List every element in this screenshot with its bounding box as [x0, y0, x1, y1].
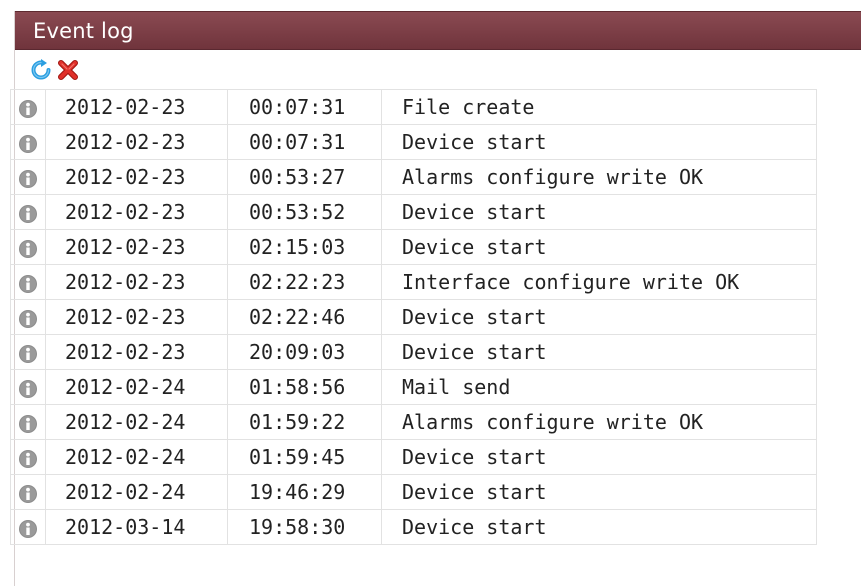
event-time: 19:58:30: [227, 509, 382, 545]
info-icon: [19, 239, 37, 258]
row-icon-cell: [10, 124, 46, 160]
event-message: Mail send: [381, 369, 817, 405]
event-date: 2012-02-23: [45, 159, 228, 195]
info-icon: [19, 449, 37, 468]
refresh-button[interactable]: [29, 58, 53, 82]
table-row: 2012-02-23 00:07:31 Device start: [10, 124, 817, 160]
row-icon-cell: [10, 194, 46, 230]
row-icon-cell: [10, 159, 46, 195]
event-time: 00:07:31: [227, 89, 382, 125]
row-icon-cell: [10, 509, 46, 545]
event-table: 2012-02-23 00:07:31 File create 2012-02-…: [10, 89, 817, 545]
event-time: 01:59:45: [227, 439, 382, 475]
table-row: 2012-02-23 00:53:52 Device start: [10, 194, 817, 230]
info-icon: [19, 484, 37, 503]
row-icon-cell: [10, 474, 46, 510]
table-row: 2012-02-23 00:53:27 Alarms configure wri…: [10, 159, 817, 195]
table-row: 2012-03-14 19:58:30 Device start: [10, 509, 817, 545]
event-time: 00:53:27: [227, 159, 382, 195]
table-row: 2012-02-24 01:58:56 Mail send: [10, 369, 817, 405]
info-icon: [19, 204, 37, 223]
row-icon-cell: [10, 229, 46, 265]
event-date: 2012-02-24: [45, 474, 228, 510]
info-icon: [19, 309, 37, 328]
event-time: 02:22:23: [227, 264, 382, 300]
event-time: 02:15:03: [227, 229, 382, 265]
row-icon-cell: [10, 299, 46, 335]
info-icon: [19, 169, 37, 188]
event-message: Device start: [381, 334, 817, 370]
event-message: Device start: [381, 474, 817, 510]
event-time: 02:22:46: [227, 299, 382, 335]
row-icon-cell: [10, 369, 46, 405]
table-row: 2012-02-23 02:22:46 Device start: [10, 299, 817, 335]
info-icon: [19, 274, 37, 293]
event-rows: 2012-02-23 00:07:31 File create 2012-02-…: [10, 89, 817, 545]
event-date: 2012-02-23: [45, 334, 228, 370]
event-message: Alarms configure write OK: [381, 159, 817, 195]
event-time: 01:59:22: [227, 404, 382, 440]
event-message: Device start: [381, 439, 817, 475]
toolbar: [15, 50, 861, 90]
info-icon: [19, 99, 37, 118]
table-row: 2012-02-23 20:09:03 Device start: [10, 334, 817, 370]
table-row: 2012-02-24 01:59:22 Alarms configure wri…: [10, 404, 817, 440]
table-row: 2012-02-23 02:22:23 Interface configure …: [10, 264, 817, 300]
event-message: Device start: [381, 229, 817, 265]
info-icon: [19, 379, 37, 398]
table-row: 2012-02-23 00:07:31 File create: [10, 89, 817, 125]
row-icon-cell: [10, 439, 46, 475]
event-message: Device start: [381, 124, 817, 160]
row-icon-cell: [10, 334, 46, 370]
event-date: 2012-02-23: [45, 264, 228, 300]
event-date: 2012-02-23: [45, 124, 228, 160]
table-row: 2012-02-24 01:59:45 Device start: [10, 439, 817, 475]
row-icon-cell: [10, 89, 46, 125]
event-date: 2012-02-24: [45, 369, 228, 405]
row-icon-cell: [10, 264, 46, 300]
event-date: 2012-02-24: [45, 404, 228, 440]
event-date: 2012-03-14: [45, 509, 228, 545]
event-time: 00:07:31: [227, 124, 382, 160]
delete-button[interactable]: [56, 58, 80, 82]
event-message: File create: [381, 89, 817, 125]
event-time: 20:09:03: [227, 334, 382, 370]
info-icon: [19, 414, 37, 433]
event-message: Interface configure write OK: [381, 264, 817, 300]
event-message: Device start: [381, 194, 817, 230]
event-date: 2012-02-23: [45, 299, 228, 335]
info-icon: [19, 519, 37, 538]
panel-title: Event log: [33, 18, 134, 43]
event-time: 00:53:52: [227, 194, 382, 230]
event-date: 2012-02-24: [45, 439, 228, 475]
event-time: 01:58:56: [227, 369, 382, 405]
event-date: 2012-02-23: [45, 194, 228, 230]
table-row: 2012-02-23 02:15:03 Device start: [10, 229, 817, 265]
info-icon: [19, 344, 37, 363]
event-date: 2012-02-23: [45, 89, 228, 125]
event-message: Device start: [381, 299, 817, 335]
event-message: Alarms configure write OK: [381, 404, 817, 440]
row-icon-cell: [10, 404, 46, 440]
event-date: 2012-02-23: [45, 229, 228, 265]
event-time: 19:46:29: [227, 474, 382, 510]
event-message: Device start: [381, 509, 817, 545]
delete-icon: [58, 60, 78, 80]
title-bar: Event log: [15, 11, 861, 50]
table-row: 2012-02-24 19:46:29 Device start: [10, 474, 817, 510]
refresh-icon: [31, 59, 51, 80]
info-icon: [19, 134, 37, 153]
